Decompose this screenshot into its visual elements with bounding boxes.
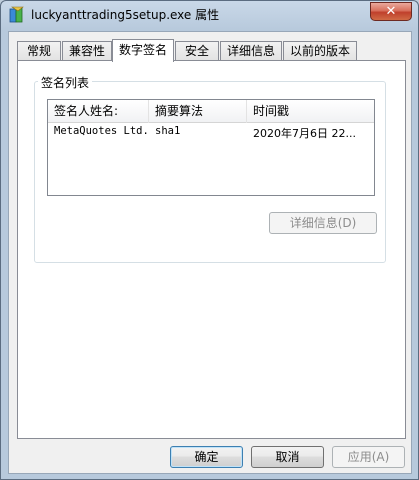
details-button[interactable]: 详细信息(D) (269, 212, 377, 234)
title-bar[interactable]: luckyanttrading5setup.exe 属性 ✕ (1, 1, 418, 29)
signature-list[interactable]: 签名人姓名: 摘要算法 时间戳 MetaQuotes Ltd. sha1 202… (47, 99, 375, 196)
signature-list-label: 签名列表 (38, 74, 93, 91)
signature-list-header: 签名人姓名: 摘要算法 时间戳 (48, 100, 374, 123)
column-digest-algorithm[interactable]: 摘要算法 (149, 100, 247, 123)
close-button[interactable]: ✕ (370, 2, 412, 21)
properties-window: luckyanttrading5setup.exe 属性 ✕ 常规 兼容性 数字… (0, 0, 419, 480)
window-title: luckyanttrading5setup.exe 属性 (31, 8, 220, 22)
column-signer-name[interactable]: 签名人姓名: (48, 100, 149, 123)
signature-list-group: 签名人姓名: 摘要算法 时间戳 MetaQuotes Ltd. sha1 202… (34, 81, 386, 263)
dialog-client-area: 常规 兼容性 数字签名 安全 详细信息 以前的版本 签名列表 签名人姓名: 摘要… (8, 31, 412, 474)
cancel-button[interactable]: 取消 (251, 446, 324, 468)
tab-digital-signatures[interactable]: 数字签名 (112, 39, 174, 62)
digital-signatures-panel: 签名列表 签名人姓名: 摘要算法 时间戳 MetaQuotes Ltd. sha… (17, 60, 406, 439)
tab-previous-versions[interactable]: 以前的版本 (283, 41, 357, 61)
tab-security[interactable]: 安全 (175, 41, 219, 61)
tab-details[interactable]: 详细信息 (220, 41, 282, 61)
signature-row[interactable]: MetaQuotes Ltd. sha1 2020年7月6日 22... (48, 124, 374, 142)
tab-compatibility[interactable]: 兼容性 (62, 41, 112, 61)
ok-button[interactable]: 确定 (170, 446, 243, 468)
column-timestamp[interactable]: 时间戳 (247, 100, 374, 123)
digest-algorithm: sha1 (155, 125, 181, 137)
tab-general[interactable]: 常规 (17, 41, 61, 61)
signature-timestamp: 2020年7月6日 22... (253, 127, 356, 140)
apply-button[interactable]: 应用(A) (332, 446, 405, 468)
installer-app-icon (9, 6, 24, 23)
tab-strip: 常规 兼容性 数字签名 安全 详细信息 以前的版本 (17, 39, 407, 62)
signer-name: MetaQuotes Ltd. (54, 125, 149, 137)
